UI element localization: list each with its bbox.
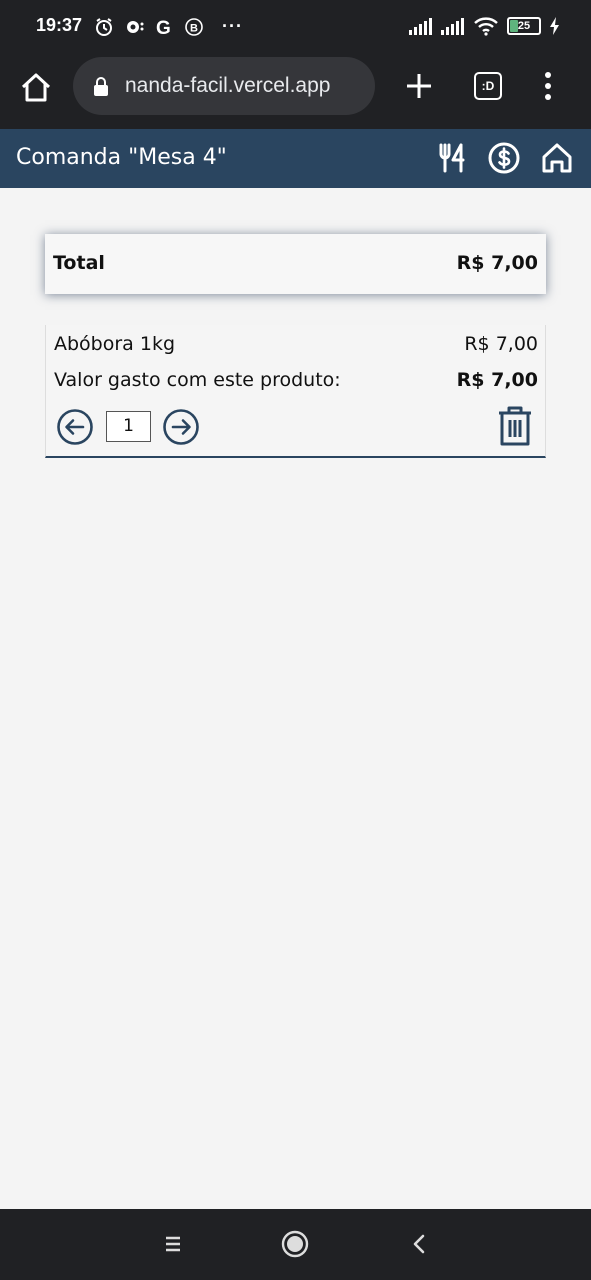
quantity-input[interactable]: 1 [106,411,151,442]
recent-apps-icon[interactable] [164,1235,182,1253]
home-icon[interactable] [540,141,574,175]
battery-level: 25 [517,20,531,32]
status-bar: 19:37 G B ··· 25 [0,0,591,55]
more-notifications-icon: ··· [222,16,243,36]
b-circle-icon: B [185,17,203,36]
status-time: 19:37 [36,15,83,35]
signal-icon [409,18,432,35]
increase-quantity-button[interactable] [162,408,200,446]
charging-icon [550,17,559,35]
system-nav-bar [0,1209,591,1280]
chat-icon [127,20,144,33]
google-icon: G [156,18,171,37]
new-tab-icon[interactable] [402,69,436,103]
back-icon[interactable] [410,1233,428,1255]
app-header: Comanda "Mesa 4" [0,129,591,188]
browser-menu-icon[interactable] [540,71,556,101]
address-bar[interactable]: nanda-facil.vercel.app [73,57,375,115]
lock-icon [94,77,108,96]
decrease-quantity-button[interactable] [56,408,94,446]
item-name: Abóbora 1kg [54,333,176,355]
browser-home-icon[interactable] [18,70,54,106]
battery-icon: 25 [507,17,541,35]
signal-2-icon [441,18,464,35]
tab-switcher-button[interactable]: :D [474,72,502,100]
total-value: R$ 7,00 [456,252,538,274]
svg-text:G: G [156,18,171,37]
nav-home-icon[interactable] [281,1230,309,1258]
item-spent-value: R$ 7,00 [456,369,538,391]
alarm-icon [96,17,112,36]
item-spent-label: Valor gasto com este produto: [54,369,341,391]
total-label: Total [53,252,105,274]
page-title: Comanda "Mesa 4" [16,145,227,170]
total-card: Total R$ 7,00 [45,234,546,294]
order-item-card: Abóbora 1kg R$ 7,00 Valor gasto com este… [45,325,546,458]
wifi-icon [474,17,498,36]
utensils-icon[interactable] [436,141,470,175]
svg-text:B: B [190,22,198,34]
browser-toolbar: nanda-facil.vercel.app :D [0,55,591,129]
dollar-icon[interactable] [487,141,521,175]
item-price: R$ 7,00 [464,333,538,355]
system-icons: 25 [409,16,561,36]
url-text: nanda-facil.vercel.app [125,74,331,97]
main-content: Total R$ 7,00 Abóbora 1kg R$ 7,00 Valor … [0,188,591,1209]
notification-icons: G B ··· [94,16,243,37]
delete-item-button[interactable] [497,405,533,447]
